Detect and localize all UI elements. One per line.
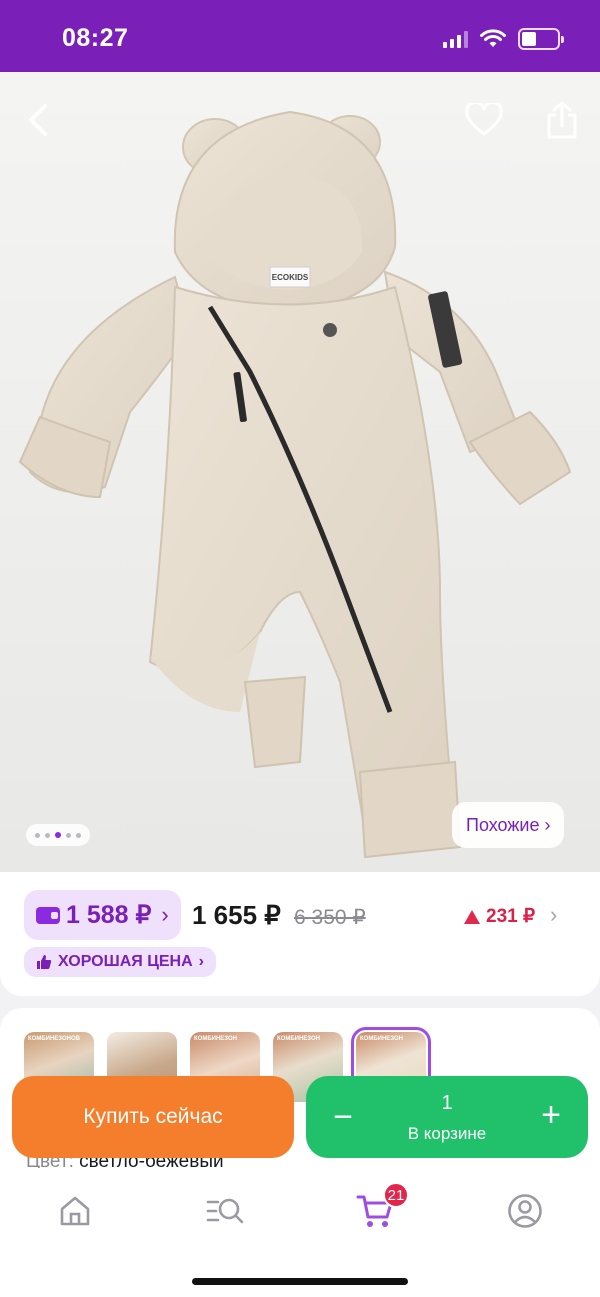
wallet-price: 1 588 ₽ (66, 901, 152, 929)
home-indicator[interactable] (192, 1278, 408, 1285)
pagination-dot (45, 832, 50, 838)
good-price-badge[interactable]: ХОРОШАЯ ЦЕНА › (24, 947, 216, 977)
pagination-dot (66, 832, 71, 838)
home-icon (60, 1196, 90, 1226)
thumbnail-caption: КОМБИНЕЗОН (360, 1036, 403, 1042)
profile-icon (508, 1194, 542, 1228)
wifi-icon (480, 29, 506, 47)
chevron-right-icon: › (161, 902, 169, 927)
tab-cart[interactable]: 21 (345, 1182, 409, 1236)
thumbnail-caption: КОМБИНЕЗОН (194, 1036, 237, 1042)
back-button[interactable] (14, 96, 62, 144)
cart-stepper: − 1 В корзине + (306, 1076, 588, 1158)
price-change-amount: 231 ₽ (486, 906, 536, 927)
thumbnail-caption: КОМБИНЕЗОН (277, 1036, 320, 1042)
pagination-dot-active (55, 832, 61, 838)
thumbnail-caption: КОМБИНЕЗОНОВ (28, 1036, 80, 1042)
good-price-label: ХОРОШАЯ ЦЕНА (58, 953, 193, 970)
increase-quantity-button[interactable]: + (536, 1096, 566, 1135)
status-icons (443, 28, 564, 50)
chevron-left-icon (29, 104, 47, 136)
tab-home[interactable] (45, 1186, 105, 1236)
regular-price: 1 655 ₽ (192, 900, 281, 930)
similar-products-button[interactable]: Похожие › (452, 802, 565, 848)
heart-icon (465, 103, 503, 136)
triangle-up-icon (464, 909, 480, 924)
share-icon (547, 101, 577, 139)
thumbs-up-icon (37, 955, 52, 969)
chevron-right-icon[interactable]: › (550, 902, 557, 928)
status-bar: 08:27 (0, 0, 600, 72)
gallery-pagination (26, 824, 90, 846)
pagination-dot (76, 832, 81, 838)
favorite-button[interactable] (460, 96, 508, 144)
cart-count-badge: 21 (383, 1182, 409, 1208)
tab-profile[interactable] (495, 1186, 555, 1236)
photo-brand-label: ECOKIDS (272, 273, 309, 282)
chevron-right-icon: › (198, 953, 204, 970)
tab-catalog[interactable] (195, 1186, 255, 1236)
product-photo: ECOKIDS (0, 72, 600, 872)
pagination-dot (35, 832, 40, 838)
product-gallery[interactable]: ECOKIDS Похожие › (0, 72, 600, 872)
buy-now-button[interactable]: Купить сейчас (12, 1076, 294, 1158)
wallet-icon (36, 906, 60, 924)
share-button[interactable] (538, 96, 586, 144)
price-change-button[interactable]: 231 ₽ (464, 905, 535, 928)
battery-icon (518, 28, 564, 50)
signal-icon (443, 30, 468, 48)
wallet-price-button[interactable]: 1 588 ₽ › (24, 890, 181, 940)
status-time: 08:27 (62, 24, 129, 52)
old-price: 6 350 ₽ (294, 906, 366, 929)
catalog-search-icon (206, 1198, 244, 1224)
price-card: 1 588 ₽ › 1 655 ₽ 6 350 ₽ 231 ₽ › ХОРОША… (0, 872, 600, 996)
